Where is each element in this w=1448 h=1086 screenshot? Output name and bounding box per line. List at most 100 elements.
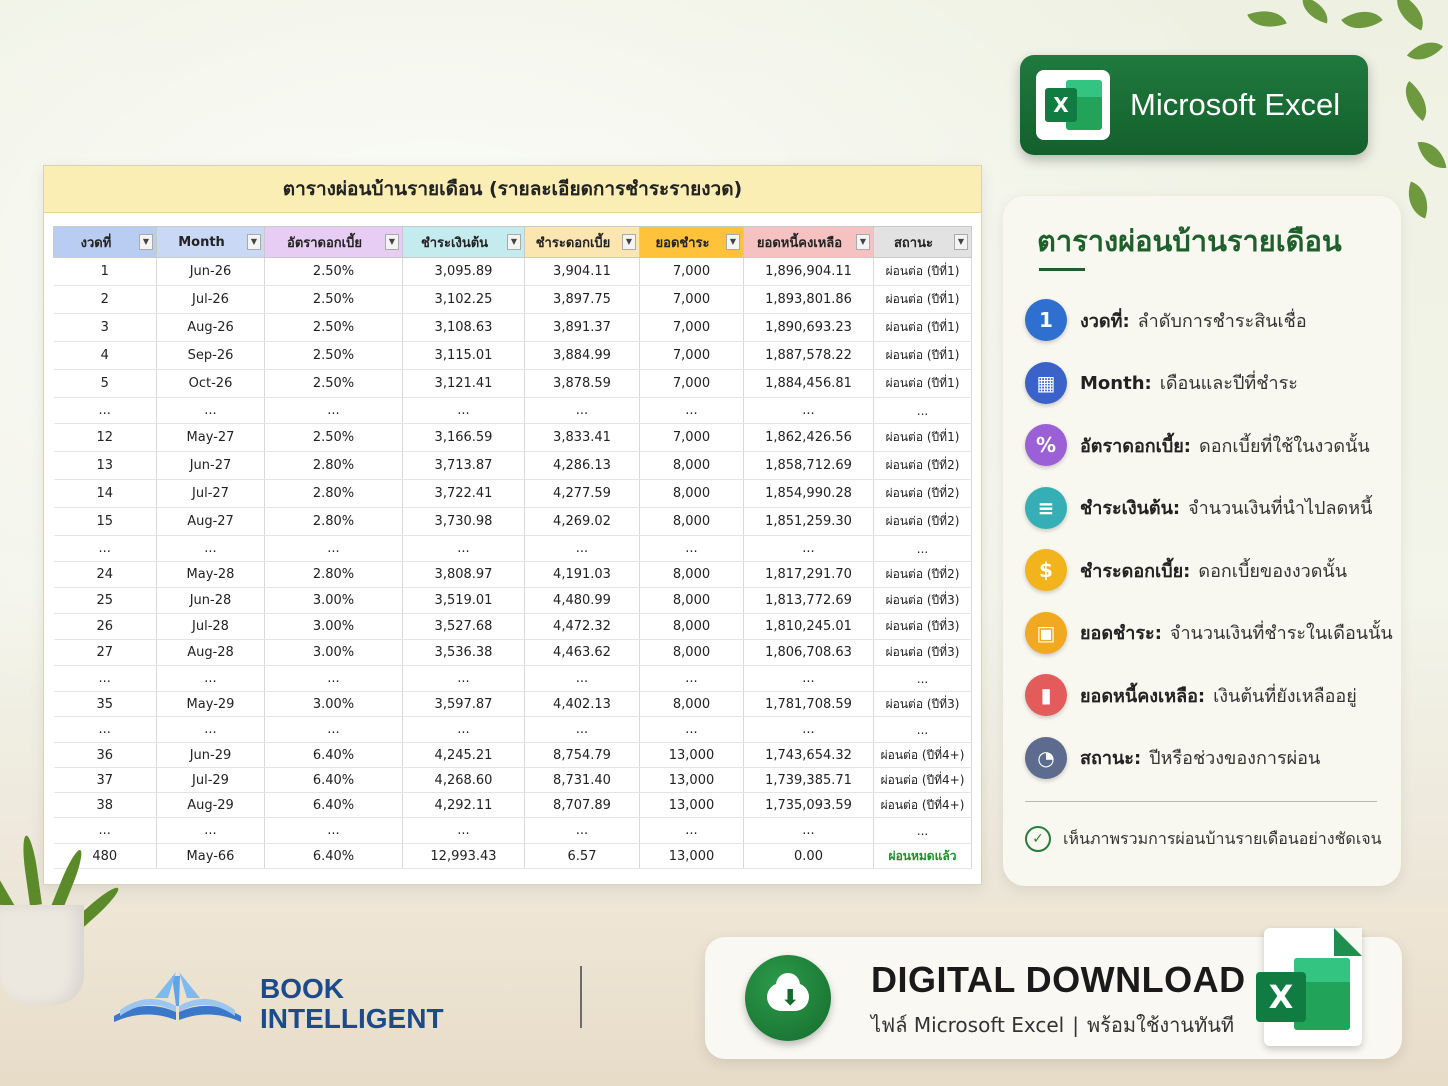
table-cell[interactable]: ... [743, 535, 874, 562]
table-cell[interactable]: 14 [53, 479, 157, 508]
table-cell[interactable]: 13,000 [639, 792, 744, 818]
table-cell[interactable]: May-28 [156, 561, 265, 588]
table-cell[interactable]: 3,102.25 [402, 285, 525, 314]
table-cell[interactable]: ผ่อนต่อ (ปีที่4+) [873, 792, 972, 818]
table-cell[interactable]: ผ่อนต่อ (ปีที่1) [873, 341, 972, 370]
table-cell[interactable]: 3,730.98 [402, 507, 525, 536]
table-cell[interactable]: 8,000 [639, 451, 744, 480]
table-cell[interactable]: ผ่อนต่อ (ปีที่3) [873, 613, 972, 640]
table-cell[interactable]: 4,472.32 [524, 613, 640, 640]
table-cell[interactable]: May-66 [156, 843, 265, 869]
table-cell[interactable]: ... [402, 397, 525, 424]
table-cell[interactable]: ผ่อนต่อ (ปีที่1) [873, 285, 972, 314]
table-cell[interactable]: ... [156, 716, 265, 743]
table-cell[interactable]: ... [156, 535, 265, 562]
table-cell[interactable]: 3,891.37 [524, 313, 640, 342]
table-cell[interactable]: 24 [53, 561, 157, 588]
table-cell[interactable]: ผ่อนต่อ (ปีที่2) [873, 561, 972, 588]
table-cell[interactable]: 38 [53, 792, 157, 818]
table-cell[interactable]: 26 [53, 613, 157, 640]
table-cell[interactable]: 3,536.38 [402, 639, 525, 666]
table-cell[interactable]: ... [264, 397, 403, 424]
table-cell[interactable]: 1,896,904.11 [743, 257, 874, 286]
table-cell[interactable]: ... [639, 716, 744, 743]
table-cell[interactable]: 4,245.21 [402, 742, 525, 768]
column-header[interactable]: ชำระดอกเบี้ย ▼ [524, 226, 640, 258]
table-cell[interactable]: ผ่อนต่อ (ปีที่3) [873, 587, 972, 614]
table-cell[interactable]: 3,166.59 [402, 423, 525, 452]
table-cell[interactable]: 4,480.99 [524, 587, 640, 614]
table-cell[interactable]: ... [264, 665, 403, 692]
table-cell[interactable]: 35 [53, 691, 157, 717]
table-cell[interactable]: Jul-29 [156, 767, 265, 793]
table-cell[interactable]: 2.80% [264, 479, 403, 508]
table-cell[interactable]: ... [639, 397, 744, 424]
table-cell[interactable]: 8,000 [639, 691, 744, 717]
table-cell[interactable]: ... [873, 535, 972, 562]
table-cell[interactable]: 3,095.89 [402, 257, 525, 286]
table-cell[interactable]: Sep-26 [156, 341, 265, 370]
table-cell[interactable]: May-29 [156, 691, 265, 717]
table-cell[interactable]: Oct-26 [156, 369, 265, 398]
table-cell[interactable]: 2.50% [264, 369, 403, 398]
table-cell[interactable]: 1,739,385.71 [743, 767, 874, 793]
table-cell[interactable]: 1 [53, 257, 157, 286]
table-cell[interactable]: 1,890,693.23 [743, 313, 874, 342]
filter-dropdown-icon[interactable]: ▼ [385, 234, 399, 250]
table-cell[interactable]: 2.80% [264, 507, 403, 536]
table-cell[interactable]: 3.00% [264, 639, 403, 666]
table-cell[interactable]: ผ่อนต่อ (ปีที่2) [873, 479, 972, 508]
table-cell[interactable]: 3,833.41 [524, 423, 640, 452]
table-cell[interactable]: 13 [53, 451, 157, 480]
table-cell[interactable]: 8,731.40 [524, 767, 640, 793]
table-cell[interactable]: ... [53, 817, 157, 844]
table-cell[interactable]: ... [264, 716, 403, 743]
table-cell[interactable]: 4,191.03 [524, 561, 640, 588]
table-cell[interactable]: ... [524, 716, 640, 743]
table-cell[interactable]: 8,000 [639, 507, 744, 536]
table-cell[interactable]: 4,402.13 [524, 691, 640, 717]
table-cell[interactable]: Jun-29 [156, 742, 265, 768]
table-cell[interactable]: ... [873, 397, 972, 424]
table-cell[interactable]: 1,806,708.63 [743, 639, 874, 666]
table-cell[interactable]: ผ่อนต่อ (ปีที่3) [873, 639, 972, 666]
table-cell[interactable]: 8,000 [639, 587, 744, 614]
table-cell[interactable]: 8,754.79 [524, 742, 640, 768]
table-cell[interactable]: ... [873, 817, 972, 844]
table-cell[interactable]: ... [156, 665, 265, 692]
table-cell[interactable]: ผ่อนต่อ (ปีที่2) [873, 451, 972, 480]
table-cell[interactable]: 3,884.99 [524, 341, 640, 370]
table-cell[interactable]: 27 [53, 639, 157, 666]
column-header[interactable]: อัตราดอกเบี้ย ▼ [264, 226, 403, 258]
table-cell[interactable]: 2.50% [264, 257, 403, 286]
table-cell[interactable]: 1,862,426.56 [743, 423, 874, 452]
table-cell[interactable]: Jun-26 [156, 257, 265, 286]
table-cell[interactable]: 7,000 [639, 423, 744, 452]
table-cell[interactable]: 4,268.60 [402, 767, 525, 793]
filter-dropdown-icon[interactable]: ▼ [726, 234, 740, 250]
table-cell[interactable]: 7,000 [639, 257, 744, 286]
table-cell[interactable]: Jul-28 [156, 613, 265, 640]
table-cell[interactable]: ... [639, 665, 744, 692]
table-cell[interactable]: 3,115.01 [402, 341, 525, 370]
table-cell[interactable]: 1,810,245.01 [743, 613, 874, 640]
table-cell[interactable]: ... [402, 817, 525, 844]
table-cell[interactable]: ... [743, 817, 874, 844]
table-cell[interactable]: 8,707.89 [524, 792, 640, 818]
filter-dropdown-icon[interactable]: ▼ [622, 234, 636, 250]
table-cell[interactable]: 7,000 [639, 369, 744, 398]
table-cell[interactable]: ... [402, 535, 525, 562]
table-cell[interactable]: 2.50% [264, 285, 403, 314]
table-cell[interactable]: ... [156, 397, 265, 424]
table-cell[interactable]: 37 [53, 767, 157, 793]
table-cell[interactable]: ... [743, 397, 874, 424]
table-cell[interactable]: 12 [53, 423, 157, 452]
table-cell[interactable]: 7,000 [639, 341, 744, 370]
table-cell[interactable]: ... [402, 716, 525, 743]
table-cell[interactable]: 3.00% [264, 613, 403, 640]
filter-dropdown-icon[interactable]: ▼ [856, 234, 870, 250]
table-cell[interactable]: ... [402, 665, 525, 692]
column-header[interactable]: งวดที่ ▼ [53, 226, 157, 258]
table-cell[interactable]: 4,463.62 [524, 639, 640, 666]
table-cell[interactable]: ... [873, 716, 972, 743]
